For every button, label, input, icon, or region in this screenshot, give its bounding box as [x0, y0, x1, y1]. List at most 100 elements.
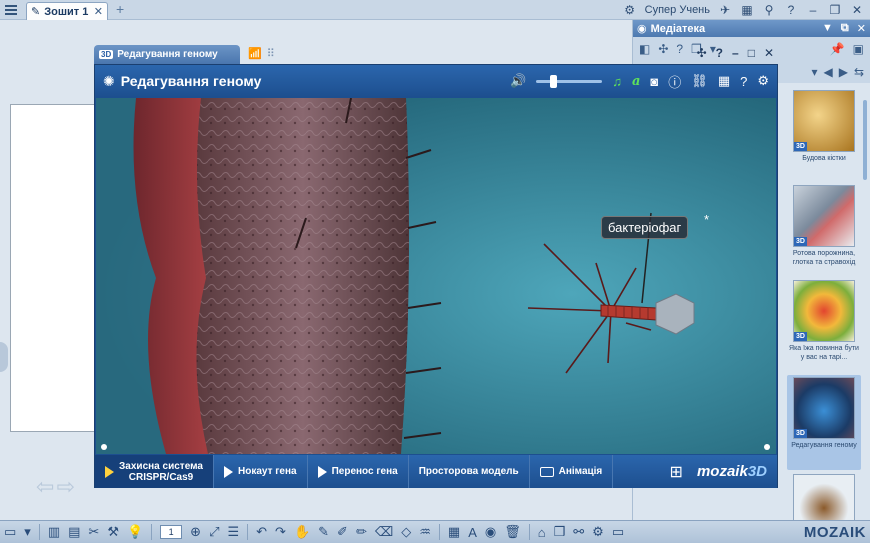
side-panel-handle[interactable]	[0, 342, 8, 372]
tab-spatial-model[interactable]: Просторова модель	[409, 455, 530, 488]
dropdown-icon[interactable]: ▾	[24, 524, 31, 540]
device-icon[interactable]: ▭	[612, 524, 624, 540]
notebook-page[interactable]	[10, 104, 96, 432]
app-settings-icon[interactable]: ⚙	[757, 73, 769, 89]
tab-animation[interactable]: Анімація	[530, 455, 614, 488]
book-icon[interactable]: ▥	[48, 524, 60, 540]
text-icon[interactable]: A	[468, 525, 477, 540]
hamburger-menu-icon[interactable]	[4, 3, 18, 17]
bulb-icon[interactable]: 💡	[127, 524, 143, 540]
collection-icon[interactable]: ❒	[554, 524, 566, 540]
gear-icon[interactable]: ⚙	[592, 524, 604, 540]
grid-tool-icon[interactable]: ▦	[448, 524, 460, 540]
undo-icon[interactable]: ↶	[256, 524, 267, 540]
eraser-icon[interactable]: ⌫	[375, 524, 393, 540]
app-title: Редагування геному	[120, 73, 262, 89]
tab-crispr[interactable]: Захисна система CRISPR/Cas9	[95, 455, 214, 488]
shapes-icon[interactable]: ◇	[401, 524, 411, 540]
badge-3d: 3D	[794, 429, 807, 438]
help-icon[interactable]: ?	[784, 3, 798, 17]
media-item-oral-cavity[interactable]: 3D Ротова порожнина, глотка та стравохід	[787, 185, 861, 276]
grid-icon[interactable]: ▦	[740, 3, 754, 17]
3d-scene-viewport[interactable]: бактеріофаг *	[96, 98, 776, 454]
font-a-icon[interactable]: a	[632, 74, 640, 89]
rocket-icon[interactable]: ✈	[718, 3, 732, 17]
close-app-icon[interactable]: ✕	[850, 3, 864, 17]
media-library-header: ◉ Медіатека ▼ ⧉ ✕	[633, 20, 870, 37]
highlighter-icon[interactable]: ✏	[356, 524, 367, 540]
trash-icon[interactable]: 🗑	[504, 524, 521, 540]
home-icon[interactable]: ⌂	[538, 525, 546, 540]
music-icon[interactable]: ♫	[612, 74, 622, 89]
page-list-icon[interactable]: ☰	[227, 524, 239, 540]
marker-icon[interactable]: ✐	[337, 524, 348, 540]
display-icon[interactable]: ▭	[4, 524, 16, 540]
attach-icon[interactable]: ⚯	[573, 524, 584, 540]
link-icon[interactable]: ⛓	[691, 73, 708, 89]
media-sort-icon[interactable]: ⇆	[854, 65, 864, 79]
window-close-icon[interactable]: ✕	[764, 46, 774, 60]
app-window-tab[interactable]: 3D Редагування геному	[94, 45, 240, 64]
media-prev-icon[interactable]: ◀	[823, 65, 832, 79]
media-item-genome-editing[interactable]: 3D Редагування геному	[787, 375, 861, 470]
hammer-icon[interactable]: ⚒	[107, 524, 119, 540]
media-item-bone[interactable]: 3D Будова кістки	[787, 90, 861, 181]
redo-icon[interactable]: ↷	[275, 524, 286, 540]
collapse-icon[interactable]: ▼	[822, 22, 833, 35]
window-maximize-icon[interactable]: □	[748, 46, 755, 60]
add-to-notebook-icon[interactable]: ⊞	[670, 462, 683, 482]
tab-gene-knockout-label: Нокаут гена	[238, 466, 297, 477]
tools-icon[interactable]: ✂	[88, 524, 99, 540]
app-help-icon[interactable]: ?	[740, 74, 747, 89]
settings-gear-icon[interactable]: ⚙	[623, 3, 637, 17]
media-item-food-plate[interactable]: 3D Яка їжа повинна бути у вас на тарі...	[787, 280, 861, 371]
window-minimize-icon[interactable]: –	[732, 46, 739, 60]
minimize-icon[interactable]: –	[806, 3, 820, 17]
app-header: ✺ Редагування геному 🔊 ♫ a ◙ ⓘ ⛓ ▦ ? ⚙	[95, 65, 777, 97]
media-next-icon[interactable]: ▶	[839, 65, 848, 79]
share-icon[interactable]: ⤢	[209, 524, 219, 540]
loading-spinner-icon: ✺	[103, 72, 115, 89]
tab-gene-transfer[interactable]: Перенос гена	[308, 455, 409, 488]
layout-grid-icon[interactable]: ▦	[718, 73, 730, 89]
notebook-icon[interactable]: ▤	[68, 524, 80, 540]
next-page-icon[interactable]: ⇨	[56, 474, 74, 500]
tab-document[interactable]: ✎ Зошит 1 ✕	[26, 2, 108, 20]
close-panel-icon[interactable]: ✕	[857, 22, 866, 35]
user-name[interactable]: Супер Учень	[645, 4, 710, 16]
pin-icon[interactable]: 📌	[830, 42, 845, 56]
media-scrollbar[interactable]	[863, 100, 867, 180]
tab-spatial-model-label: Просторова модель	[418, 466, 519, 477]
page-navigation: ⇦ ⇨	[36, 474, 75, 500]
info-icon[interactable]: ⓘ	[668, 72, 681, 91]
bacteriophage-label[interactable]: бактеріофаг	[601, 216, 689, 239]
move-icon[interactable]: ✣	[697, 46, 707, 60]
color-icon[interactable]: ◉	[485, 524, 496, 540]
tab-gene-transfer-label: Перенос гена	[331, 466, 398, 477]
restore-icon[interactable]: ❐	[828, 3, 842, 17]
volume-knob[interactable]	[549, 74, 557, 88]
volume-icon[interactable]: 🔊	[510, 73, 526, 89]
window-help-icon[interactable]: ?	[716, 46, 723, 60]
corner-handle-left[interactable]	[101, 444, 107, 450]
media-dropdown-icon[interactable]: ▾	[811, 65, 817, 79]
close-tab-icon[interactable]: ✕	[94, 5, 103, 18]
search-icon[interactable]: ⚲	[762, 3, 776, 17]
app-tab-label: Редагування геному	[117, 49, 218, 60]
add-tab-icon[interactable]: +	[116, 2, 124, 16]
popout-icon[interactable]: ⧉	[841, 22, 849, 35]
tab-gene-knockout[interactable]: Нокаут гена	[214, 455, 308, 488]
page-number-input[interactable]: 1	[160, 525, 183, 539]
prev-page-icon[interactable]: ⇦	[36, 474, 54, 500]
hand-icon[interactable]: ✋	[294, 524, 310, 540]
mozaik-logo: MOZAIK	[803, 523, 866, 541]
pen-icon[interactable]: ✎	[318, 524, 329, 540]
zoom-icon[interactable]: ⊕	[190, 524, 201, 540]
asterisk-marker[interactable]: *	[704, 212, 709, 227]
image-icon[interactable]: ▣	[853, 42, 864, 56]
media-library-icon: ◉	[637, 23, 647, 35]
brush-icon[interactable]: ♒	[419, 524, 431, 540]
corner-handle-right[interactable]	[764, 444, 770, 450]
volume-slider[interactable]	[536, 74, 603, 88]
camera-icon[interactable]: ◙	[650, 74, 658, 89]
